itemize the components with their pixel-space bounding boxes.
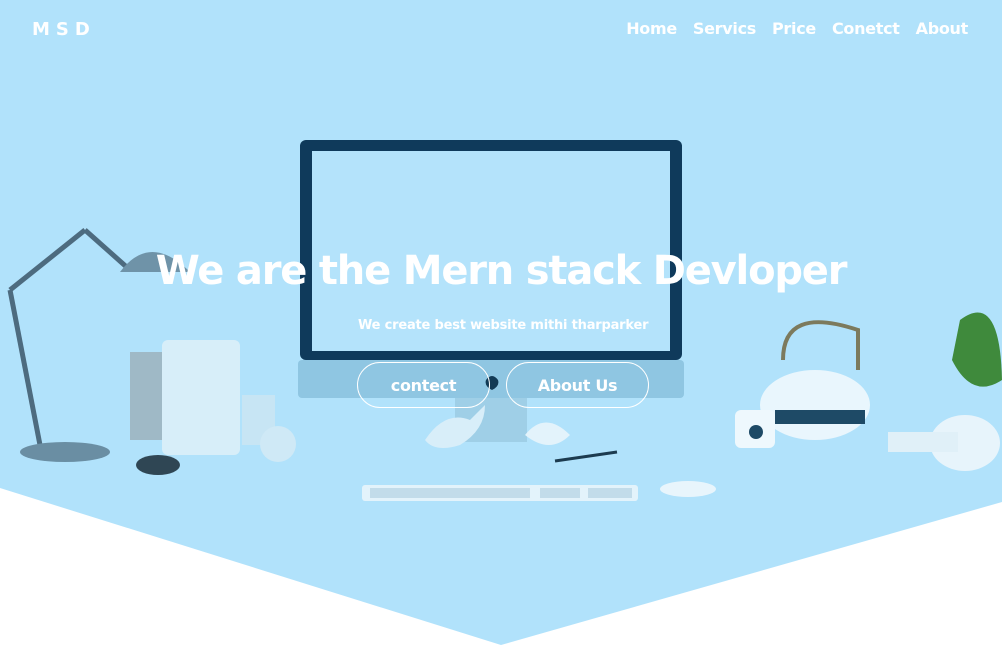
brand-logo[interactable]: MSD [32,19,96,40]
navbar: MSD Home Servics Price Conetct About [0,0,1002,62]
contact-button[interactable]: contect [357,362,490,408]
nav-link-services[interactable]: Servics [693,19,756,38]
nav-links: Home Servics Price Conetct About [626,19,968,38]
hero-subtitle: We create best website mithi tharparker [358,318,649,333]
hero-section: MSD Home Servics Price Conetct About We … [0,0,1002,645]
nav-link-home[interactable]: Home [626,19,677,38]
hero-title: We are the Mern stack Devloper [155,248,848,294]
nav-link-contact[interactable]: Conetct [832,19,900,38]
about-us-button[interactable]: About Us [506,362,649,408]
nav-link-about[interactable]: About [916,19,969,38]
nav-link-price[interactable]: Price [772,19,816,38]
